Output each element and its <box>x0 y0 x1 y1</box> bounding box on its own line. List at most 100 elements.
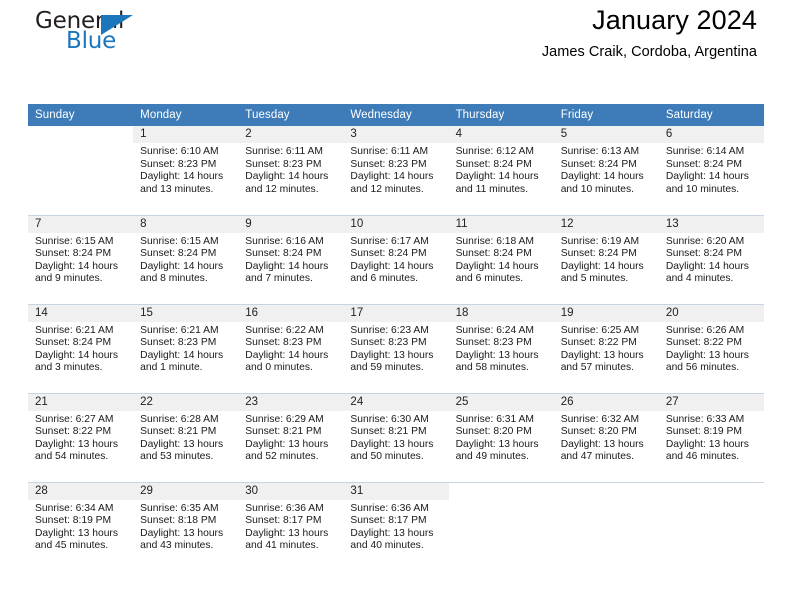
logo-text-blue: Blue <box>66 28 117 54</box>
sunset-text: Sunset: 8:17 PM <box>350 515 427 527</box>
calendar-day-cell[interactable]: 4 Sunrise: 6:12 AM Sunset: 8:24 PM Daylight… <box>448 126 554 215</box>
sunrise-text: Sunrise: 6:36 AM <box>245 502 324 514</box>
calendar-page: General Blue January 2024 James Craik, C… <box>0 0 792 612</box>
calendar-day-cell[interactable]: 3 Sunrise: 6:11 AM Sunset: 8:23 PM Daylight… <box>343 126 449 215</box>
page-header: General Blue January 2024 James Craik, C… <box>28 0 764 75</box>
calendar-day-cell[interactable]: 25 Sunrise: 6:31 AM Sunset: 8:20 PM Dayligh… <box>448 392 554 482</box>
calendar-day-cell[interactable]: 19 Sunrise: 6:25 AM Sunset: 8:22 PM Dayligh… <box>553 303 659 393</box>
calendar-day-cell[interactable]: 15 Sunrise: 6:21 AM Sunset: 8:23 PM Dayligh… <box>133 303 239 393</box>
day-number: 2 <box>238 126 344 143</box>
calendar-body: 1 Sunrise: 6:10 AM Sunset: 8:23 PM Daylight… <box>28 126 764 571</box>
calendar-day-cell[interactable]: 18 Sunrise: 6:24 AM Sunset: 8:23 PM Dayligh… <box>448 303 554 393</box>
calendar-week-row: 1 Sunrise: 6:10 AM Sunset: 8:23 PM Daylight… <box>28 126 764 215</box>
calendar-day-cell[interactable]: 10 Sunrise: 6:17 AM Sunset: 8:24 PM Dayligh… <box>343 214 449 304</box>
day-info: Sunrise: 6:34 AM Sunset: 8:19 PM Daylight:… <box>28 500 133 553</box>
daylight-text: Daylight: 13 hours and 47 minutes. <box>560 438 644 463</box>
sunrise-text: Sunrise: 6:11 AM <box>350 146 429 157</box>
day-info: Sunrise: 6:15 AM Sunset: 8:24 PM Daylight:… <box>28 233 133 286</box>
day-number: 4 <box>448 126 554 143</box>
calendar-day-cell[interactable]: 17 Sunrise: 6:23 AM Sunset: 8:23 PM Dayligh… <box>343 303 449 393</box>
day-info: Sunrise: 6:36 AM Sunset: 8:17 PM Daylight:… <box>343 500 448 553</box>
calendar-cell-empty <box>28 126 134 215</box>
calendar-day-cell[interactable]: 20 Sunrise: 6:26 AM Sunset: 8:22 PM Dayligh… <box>658 303 764 393</box>
day-number: 21 <box>28 393 134 411</box>
day-info: Sunrise: 6:21 AM Sunset: 8:24 PM Daylight:… <box>28 322 133 375</box>
day-info: Sunrise: 6:36 AM Sunset: 8:17 PM Daylight:… <box>238 500 343 553</box>
calendar-day-cell[interactable]: 2 Sunrise: 6:11 AM Sunset: 8:23 PM Daylight… <box>238 126 344 215</box>
calendar-day-cell[interactable]: 27 Sunrise: 6:33 AM Sunset: 8:19 PM Dayligh… <box>658 392 764 482</box>
sunset-text: Sunset: 8:24 PM <box>560 158 637 170</box>
calendar-day-cell[interactable]: 29 Sunrise: 6:35 AM Sunset: 8:18 PM Dayligh… <box>133 481 239 571</box>
calendar-day-cell[interactable]: 31 Sunrise: 6:36 AM Sunset: 8:17 PM Dayligh… <box>343 481 449 571</box>
day-number: 25 <box>448 393 554 411</box>
daylight-text: Daylight: 13 hours and 40 minutes. <box>350 527 434 552</box>
day-info: Sunrise: 6:30 AM Sunset: 8:21 PM Daylight:… <box>343 411 448 464</box>
sunrise-text: Sunrise: 6:15 AM <box>140 235 219 247</box>
calendar-day-cell[interactable]: 28 Sunrise: 6:34 AM Sunset: 8:19 PM Dayligh… <box>28 481 134 571</box>
day-info: Sunrise: 6:25 AM Sunset: 8:22 PM Daylight:… <box>554 322 659 375</box>
calendar-week-row: 14 Sunrise: 6:21 AM Sunset: 8:24 PM Dayligh… <box>28 303 764 393</box>
sunrise-text: Sunrise: 6:22 AM <box>245 324 324 336</box>
day-number: 6 <box>658 126 764 143</box>
sunrise-text: Sunrise: 6:26 AM <box>665 324 745 336</box>
calendar-day-cell[interactable]: 26 Sunrise: 6:32 AM Sunset: 8:20 PM Dayligh… <box>553 392 659 482</box>
day-info: Sunrise: 6:12 AM Sunset: 8:24 PM Daylight:… <box>449 143 554 196</box>
sunset-text: Sunset: 8:21 PM <box>140 426 217 438</box>
day-info: Sunrise: 6:31 AM Sunset: 8:20 PM Daylight:… <box>449 411 554 464</box>
calendar-week-row: 7 Sunrise: 6:15 AM Sunset: 8:24 PM Daylight… <box>28 214 764 304</box>
calendar-day-cell[interactable]: 12 Sunrise: 6:19 AM Sunset: 8:24 PM Dayligh… <box>553 214 659 304</box>
daylight-text: Daylight: 14 hours and 5 minutes. <box>560 260 644 285</box>
daylight-text: Daylight: 14 hours and 7 minutes. <box>245 260 329 285</box>
sunrise-text: Sunrise: 6:27 AM <box>35 413 114 425</box>
daylight-text: Daylight: 13 hours and 46 minutes. <box>665 438 749 463</box>
daylight-text: Daylight: 13 hours and 43 minutes. <box>140 527 224 552</box>
day-number: 10 <box>343 215 449 233</box>
sunrise-text: Sunrise: 6:28 AM <box>140 413 219 425</box>
day-number: 5 <box>553 126 659 143</box>
sunset-text: Sunset: 8:21 PM <box>350 426 427 438</box>
daylight-text: Daylight: 13 hours and 56 minutes. <box>665 349 749 374</box>
calendar-day-cell[interactable]: 1 Sunrise: 6:10 AM Sunset: 8:23 PM Daylight… <box>133 126 239 215</box>
calendar-day-cell[interactable]: 21 Sunrise: 6:27 AM Sunset: 8:22 PM Dayligh… <box>28 392 134 482</box>
calendar-day-cell[interactable]: 16 Sunrise: 6:22 AM Sunset: 8:23 PM Dayligh… <box>238 303 344 393</box>
daylight-text: Daylight: 14 hours and 12 minutes. <box>245 171 329 195</box>
calendar-day-cell[interactable]: 5 Sunrise: 6:13 AM Sunset: 8:24 PM Daylight… <box>553 126 659 215</box>
calendar-cell-empty <box>448 481 554 571</box>
day-number: 1 <box>133 126 239 143</box>
day-number: 28 <box>28 482 134 500</box>
sunrise-text: Sunrise: 6:29 AM <box>245 413 324 425</box>
calendar-day-cell[interactable]: 30 Sunrise: 6:36 AM Sunset: 8:17 PM Dayligh… <box>238 481 344 571</box>
sunset-text: Sunset: 8:24 PM <box>455 248 532 260</box>
calendar-day-cell[interactable]: 24 Sunrise: 6:30 AM Sunset: 8:21 PM Dayligh… <box>343 392 449 482</box>
day-number: 17 <box>343 304 449 322</box>
sunrise-text: Sunrise: 6:25 AM <box>560 324 640 336</box>
day-info: Sunrise: 6:22 AM Sunset: 8:23 PM Daylight:… <box>238 322 343 375</box>
day-info: Sunrise: 6:26 AM Sunset: 8:22 PM Daylight:… <box>659 322 764 375</box>
weekday-header-sunday: Sunday <box>28 104 134 126</box>
calendar-week-row: 28 Sunrise: 6:34 AM Sunset: 8:19 PM Dayligh… <box>28 481 764 571</box>
day-number: 31 <box>343 482 449 500</box>
daylight-text: Daylight: 13 hours and 52 minutes. <box>245 438 329 463</box>
sunset-text: Sunset: 8:23 PM <box>245 337 322 349</box>
calendar-day-cell[interactable]: 22 Sunrise: 6:28 AM Sunset: 8:21 PM Dayligh… <box>133 392 239 482</box>
sunset-text: Sunset: 8:24 PM <box>35 248 112 260</box>
calendar-day-cell[interactable]: 14 Sunrise: 6:21 AM Sunset: 8:24 PM Dayligh… <box>28 303 134 393</box>
sunrise-text: Sunrise: 6:17 AM <box>350 235 429 247</box>
general-blue-logo[interactable]: General Blue <box>35 8 195 60</box>
day-info: Sunrise: 6:32 AM Sunset: 8:20 PM Daylight:… <box>554 411 659 464</box>
calendar-day-cell[interactable]: 6 Sunrise: 6:14 AM Sunset: 8:24 PM Daylight… <box>658 126 764 215</box>
day-info: Sunrise: 6:14 AM Sunset: 8:24 PM Daylight:… <box>659 143 764 196</box>
calendar-day-cell[interactable]: 13 Sunrise: 6:20 AM Sunset: 8:24 PM Dayligh… <box>658 214 764 304</box>
sunrise-text: Sunrise: 6:14 AM <box>665 146 745 157</box>
daylight-text: Daylight: 13 hours and 58 minutes. <box>455 349 539 374</box>
day-number: 13 <box>658 215 764 233</box>
calendar-day-cell[interactable]: 23 Sunrise: 6:29 AM Sunset: 8:21 PM Dayligh… <box>238 392 344 482</box>
calendar-day-cell[interactable]: 11 Sunrise: 6:18 AM Sunset: 8:24 PM Dayligh… <box>448 214 554 304</box>
day-number: 27 <box>658 393 764 411</box>
calendar-day-cell[interactable]: 9 Sunrise: 6:16 AM Sunset: 8:24 PM Daylight… <box>238 214 344 304</box>
calendar-day-cell[interactable]: 8 Sunrise: 6:15 AM Sunset: 8:24 PM Daylight… <box>133 214 239 304</box>
calendar-day-cell[interactable]: 7 Sunrise: 6:15 AM Sunset: 8:24 PM Daylight… <box>28 214 134 304</box>
sunset-text: Sunset: 8:18 PM <box>140 515 217 527</box>
sunrise-text: Sunrise: 6:13 AM <box>560 146 640 157</box>
calendar-header-row: Sunday Monday Tuesday Wednesday Thursday Frid… <box>28 104 764 126</box>
